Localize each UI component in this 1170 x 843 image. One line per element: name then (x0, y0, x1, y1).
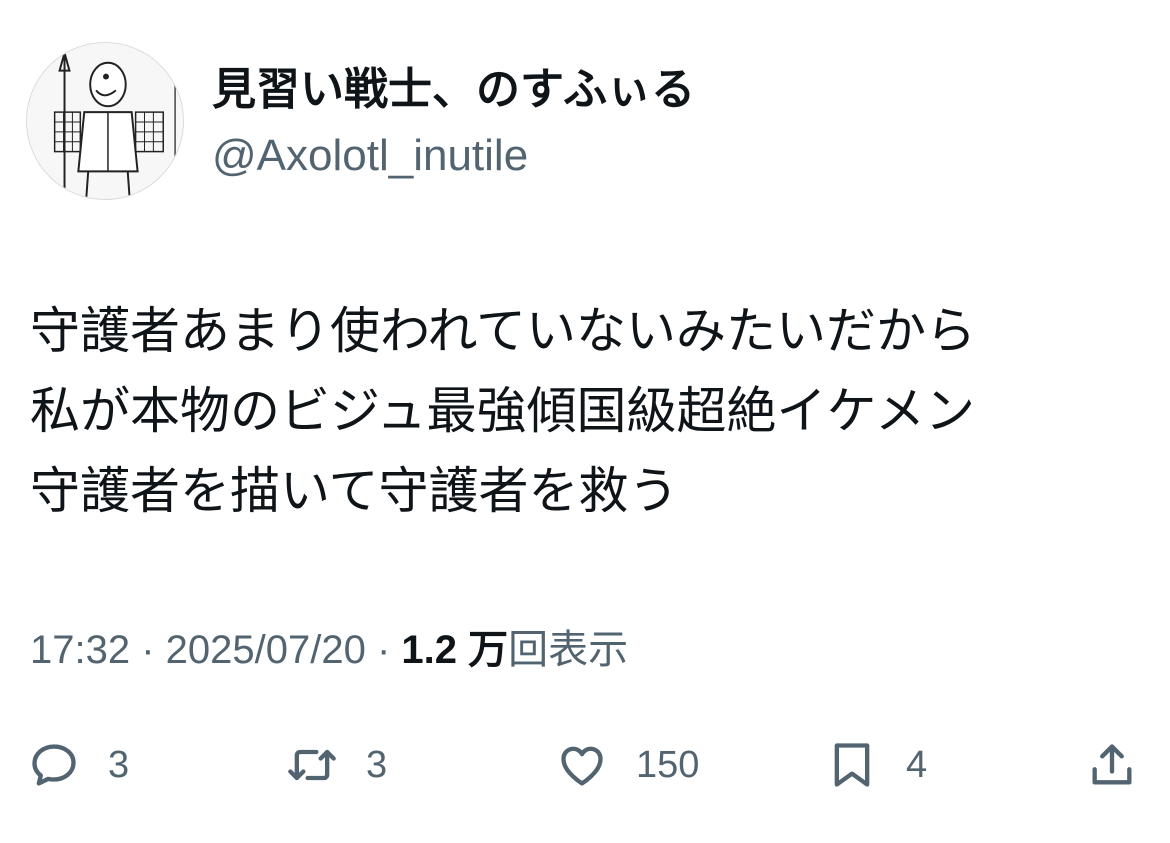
tweet-line: 守護者を描いて守護者を救う (30, 463, 679, 519)
bookmark-count: 4 (906, 743, 928, 786)
tweet-text: 守護者あまり使われていないみたいだから 私が本物のビジュ最強傾国級超絶イケメン … (30, 291, 1140, 531)
tweet-line: 私が本物のビジュ最強傾国級超絶イケメン (30, 383, 975, 439)
post-time[interactable]: 17:32 (30, 628, 130, 672)
action-bar: 3 3 150 4 (0, 730, 1170, 800)
reply-count: 3 (108, 743, 130, 786)
repost-count: 3 (366, 743, 388, 786)
views-count[interactable]: 1.2 万 (401, 628, 508, 672)
views-label[interactable]: 回表示 (508, 628, 628, 672)
bookmark-icon (834, 743, 870, 787)
heart-icon (561, 746, 603, 786)
bookmark-button[interactable]: 4 (826, 730, 927, 800)
reply-icon (32, 744, 76, 786)
avatar[interactable] (26, 42, 184, 200)
like-button[interactable]: 150 (556, 730, 699, 800)
repost-icon (288, 749, 336, 781)
meta-separator: · (365, 628, 402, 672)
share-button[interactable] (1086, 730, 1138, 800)
display-name[interactable]: 見習い戦士、のすふぃる (212, 62, 695, 118)
tweet-metadata: 17:32 · 2025/07/20 · 1.2 万回表示 (30, 622, 628, 678)
meta-separator: · (130, 628, 166, 672)
share-icon (1092, 744, 1132, 785)
post-date[interactable]: 2025/07/20 (166, 628, 366, 672)
reply-button[interactable]: 3 (28, 730, 129, 800)
like-count: 150 (636, 743, 700, 786)
user-handle[interactable]: @Axolotl_inutile (212, 128, 528, 184)
tweet-line: 守護者あまり使われていないみたいだから (30, 303, 976, 359)
knight-bird-avatar-image (27, 43, 183, 199)
repost-button[interactable]: 3 (286, 730, 387, 800)
